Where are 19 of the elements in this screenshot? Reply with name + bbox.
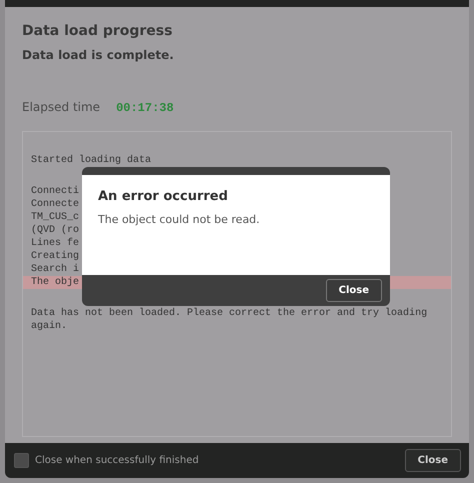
- log-line: Connecte: [30, 198, 80, 211]
- error-title: An error occurred: [98, 189, 229, 204]
- checkbox-label: Close when successfully finished: [35, 455, 199, 466]
- status-text: Data load is complete.: [22, 48, 175, 62]
- elapsed-time: 00:17:38: [116, 101, 174, 115]
- close-button[interactable]: Close: [326, 279, 382, 302]
- log-line: Started loading data: [30, 154, 152, 167]
- log-line: (QVD (ro: [30, 224, 80, 237]
- log-line: Data has not been loaded. Please correct the error and try loading again.: [30, 307, 428, 333]
- log-line: Lines fe: [30, 237, 80, 250]
- error-message: The object could not be read.: [98, 213, 261, 226]
- close-button[interactable]: Close: [404, 449, 461, 472]
- log-line: Search i: [30, 263, 80, 276]
- log-line: TM_CUS_c: [30, 211, 80, 224]
- dialog-title: Data load progress: [22, 23, 174, 39]
- checkbox[interactable]: [14, 453, 29, 468]
- elapsed-label: Elapsed time: [22, 100, 100, 114]
- log-line: Connecti: [30, 185, 80, 198]
- log-line: Creating: [30, 250, 80, 263]
